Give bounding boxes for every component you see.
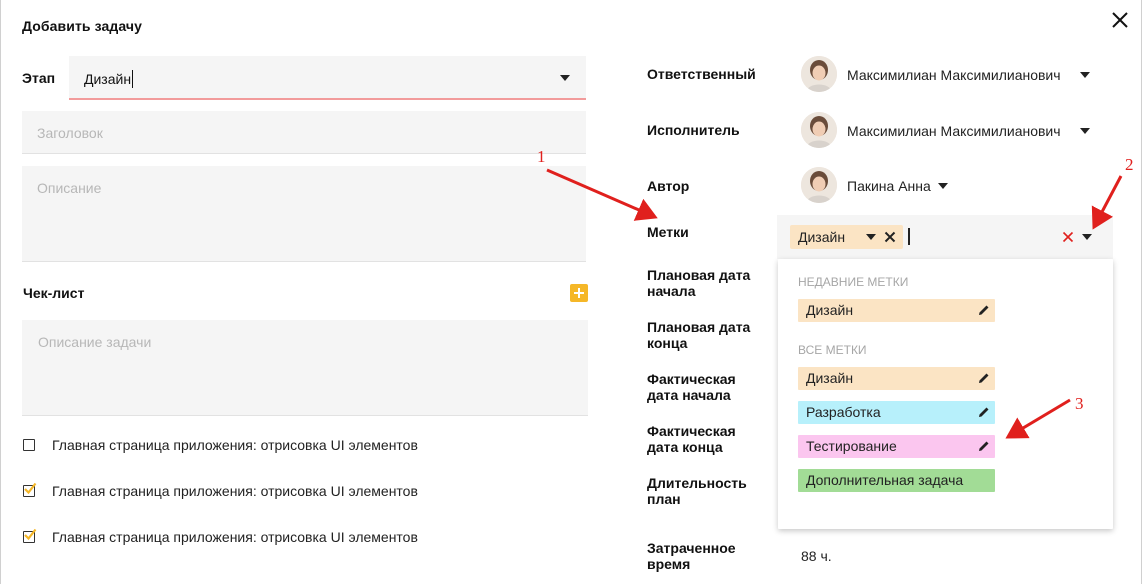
annotation-arrow-1 (546, 168, 658, 221)
annotation-arrow-2 (1091, 175, 1123, 230)
annotation-arrows (546, 168, 1123, 439)
annotation-arrow-3 (1005, 398, 1071, 439)
